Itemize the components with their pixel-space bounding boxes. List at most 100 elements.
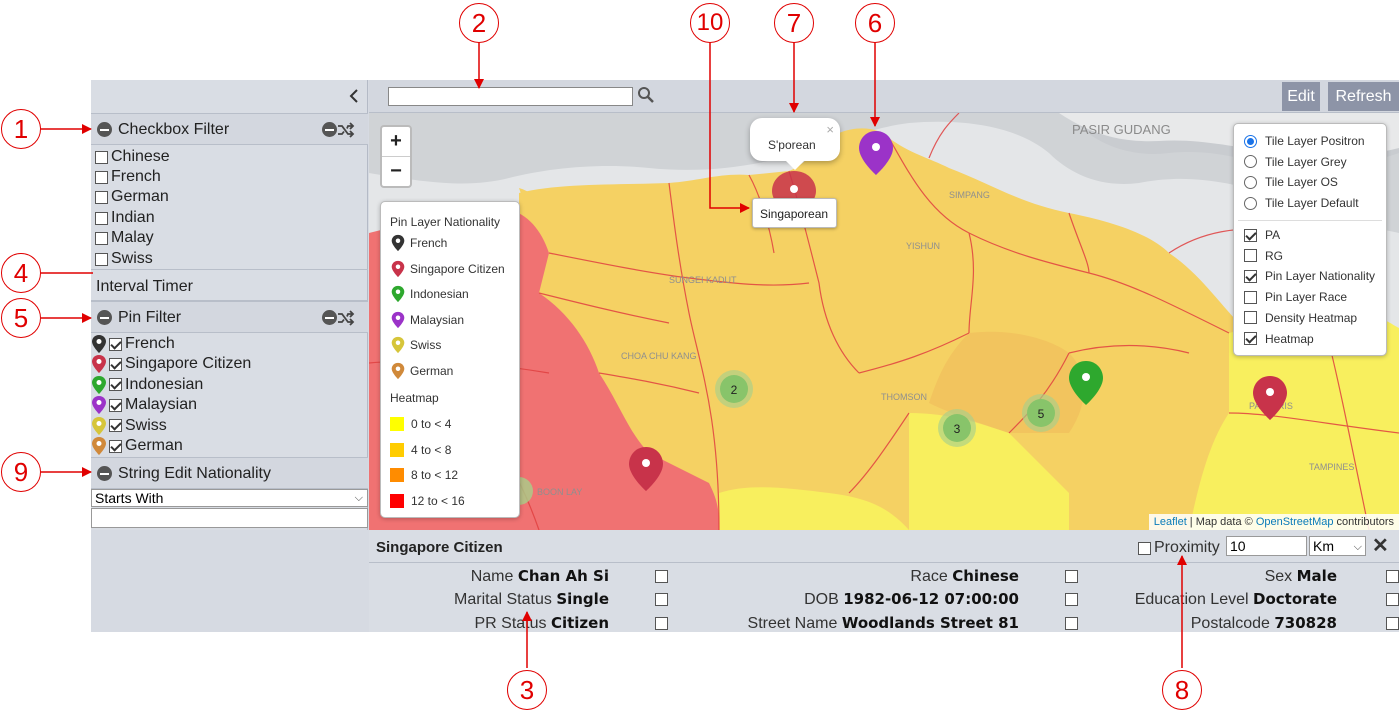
overlay-layer-option[interactable]: Pin Layer Nationality bbox=[1244, 267, 1375, 285]
shuffle-icon[interactable] bbox=[337, 122, 355, 138]
collapse-minus-icon[interactable] bbox=[97, 122, 112, 137]
field-select-checkbox[interactable] bbox=[655, 593, 668, 607]
edit-button[interactable]: Edit bbox=[1282, 82, 1320, 111]
checkbox-item-chinese[interactable]: Chinese bbox=[95, 147, 170, 167]
field-select-checkbox[interactable] bbox=[1065, 570, 1078, 583]
base-layer-option[interactable]: Tile Layer Grey bbox=[1244, 153, 1347, 171]
pin-filter-item[interactable]: French bbox=[91, 334, 175, 354]
field-select-checkbox[interactable] bbox=[1065, 593, 1078, 607]
cluster-count[interactable]: 2 bbox=[731, 383, 738, 397]
nationality-text-input[interactable] bbox=[91, 508, 368, 528]
checkbox[interactable] bbox=[109, 439, 122, 453]
checkbox[interactable] bbox=[95, 150, 108, 164]
proximity-distance-input[interactable]: 10 bbox=[1226, 536, 1307, 556]
checkbox[interactable] bbox=[95, 170, 108, 184]
radio-button[interactable] bbox=[1244, 155, 1257, 169]
collapse-chevron-icon[interactable] bbox=[347, 86, 361, 106]
checkbox[interactable] bbox=[1244, 269, 1257, 283]
checkbox[interactable] bbox=[109, 337, 122, 351]
field-select-checkbox[interactable] bbox=[1065, 616, 1078, 630]
refresh-button[interactable]: Refresh bbox=[1328, 82, 1399, 111]
overlay-layer-option[interactable]: Heatmap bbox=[1244, 330, 1314, 348]
base-layer-option[interactable]: Tile Layer Default bbox=[1244, 194, 1359, 212]
overlay-layer-option[interactable]: RG bbox=[1244, 247, 1283, 265]
legend-pin-label: Swiss bbox=[410, 338, 442, 352]
match-mode-select[interactable]: Starts With ⌵ bbox=[91, 489, 368, 507]
cluster-count[interactable]: 5 bbox=[1038, 407, 1045, 421]
place-label: BOON LAY bbox=[537, 487, 582, 497]
pin-filter-item[interactable]: German bbox=[91, 436, 183, 456]
checkbox[interactable] bbox=[109, 357, 122, 371]
pin-filter-item[interactable]: Singapore Citizen bbox=[91, 354, 251, 374]
pin-filter-header[interactable]: Pin Filter bbox=[91, 301, 368, 333]
search-icon[interactable] bbox=[637, 86, 655, 104]
radio-button[interactable] bbox=[1244, 175, 1257, 189]
proximity-unit-select[interactable]: Km ⌵ bbox=[1309, 536, 1366, 556]
shuffle-icon[interactable] bbox=[337, 310, 355, 326]
interval-timer-header[interactable]: Interval Timer bbox=[91, 269, 368, 301]
close-icon[interactable]: ✕ bbox=[1372, 533, 1389, 558]
overlay-layer-option[interactable]: Density Heatmap bbox=[1244, 309, 1357, 327]
detail-field-label: Education Level bbox=[1134, 591, 1249, 609]
clear-minus-icon[interactable] bbox=[322, 310, 337, 325]
checkbox[interactable] bbox=[1244, 311, 1257, 325]
popup-tip bbox=[785, 160, 805, 170]
checkbox-item-malay[interactable]: Malay bbox=[95, 228, 154, 248]
base-layer-option[interactable]: Tile Layer Positron bbox=[1244, 132, 1365, 150]
base-layer-option[interactable]: Tile Layer OS bbox=[1244, 173, 1338, 191]
layer-separator bbox=[1238, 220, 1382, 221]
checkbox-item-swiss[interactable]: Swiss bbox=[95, 249, 153, 269]
checkbox[interactable] bbox=[95, 252, 108, 266]
map-pin-icon bbox=[391, 311, 405, 328]
pin-filter-item[interactable]: Indonesian bbox=[91, 375, 203, 395]
detail-field: Race Chinese bbox=[910, 567, 1019, 586]
checkbox[interactable] bbox=[95, 231, 108, 245]
field-select-checkbox[interactable] bbox=[1386, 616, 1399, 630]
pin-filter-item[interactable]: Malaysian bbox=[91, 395, 197, 415]
place-label: THOMSON bbox=[881, 392, 927, 402]
heat-swatch bbox=[390, 417, 404, 431]
pin-filter-item[interactable]: Swiss bbox=[91, 416, 167, 436]
overlay-layer-option[interactable]: PA bbox=[1244, 226, 1280, 244]
checkbox[interactable] bbox=[109, 398, 122, 412]
radio-button[interactable] bbox=[1244, 196, 1257, 210]
proximity-label: Proximity bbox=[1154, 539, 1220, 556]
checkbox[interactable] bbox=[1244, 290, 1257, 304]
proximity-checkbox[interactable] bbox=[1138, 541, 1151, 555]
map-view[interactable]: PASIR GUDANG SIMPANG YISHUN SUNGEI KADUT… bbox=[369, 113, 1399, 530]
checkbox-item-french[interactable]: French bbox=[95, 167, 161, 187]
field-select-checkbox[interactable] bbox=[1386, 570, 1399, 583]
osm-link[interactable]: OpenStreetMap bbox=[1256, 516, 1334, 528]
annotation-callout-1: 1 bbox=[1, 109, 41, 149]
cluster-count[interactable]: 3 bbox=[954, 422, 961, 436]
checkbox[interactable] bbox=[109, 378, 122, 392]
checkbox[interactable] bbox=[109, 419, 122, 433]
checkbox[interactable] bbox=[1244, 228, 1257, 242]
layer-label: Tile Layer Positron bbox=[1265, 134, 1365, 148]
zoom-out-button[interactable]: − bbox=[382, 156, 410, 185]
checkbox-item-german[interactable]: German bbox=[95, 187, 169, 207]
checkbox-filter-header[interactable]: Checkbox Filter bbox=[91, 113, 368, 145]
checkbox[interactable] bbox=[1244, 332, 1257, 345]
checkbox-item-indian[interactable]: Indian bbox=[95, 208, 155, 228]
clear-minus-icon[interactable] bbox=[322, 122, 337, 137]
leaflet-link[interactable]: Leaflet bbox=[1154, 516, 1187, 528]
detail-field: Marital Status Single bbox=[454, 590, 609, 609]
checkbox[interactable] bbox=[95, 190, 108, 204]
overlay-layer-option[interactable]: Pin Layer Race bbox=[1244, 288, 1347, 306]
field-select-checkbox[interactable] bbox=[655, 570, 668, 583]
detail-field: Education Level Doctorate bbox=[1135, 590, 1337, 609]
radio-button[interactable] bbox=[1244, 134, 1257, 148]
popup-close-button[interactable]: × bbox=[826, 122, 834, 137]
place-label: TAMPINES bbox=[1309, 462, 1354, 472]
checkbox[interactable] bbox=[1244, 249, 1257, 263]
collapse-minus-icon[interactable] bbox=[97, 466, 112, 481]
search-input[interactable] bbox=[388, 87, 633, 106]
proximity-toggle[interactable]: Proximity bbox=[1138, 539, 1220, 557]
field-select-checkbox[interactable] bbox=[1386, 593, 1399, 607]
zoom-in-button[interactable]: + bbox=[382, 127, 410, 156]
string-edit-header[interactable]: String Edit Nationality bbox=[91, 457, 368, 489]
field-select-checkbox[interactable] bbox=[655, 616, 668, 630]
collapse-minus-icon[interactable] bbox=[97, 310, 112, 325]
checkbox[interactable] bbox=[95, 211, 108, 225]
